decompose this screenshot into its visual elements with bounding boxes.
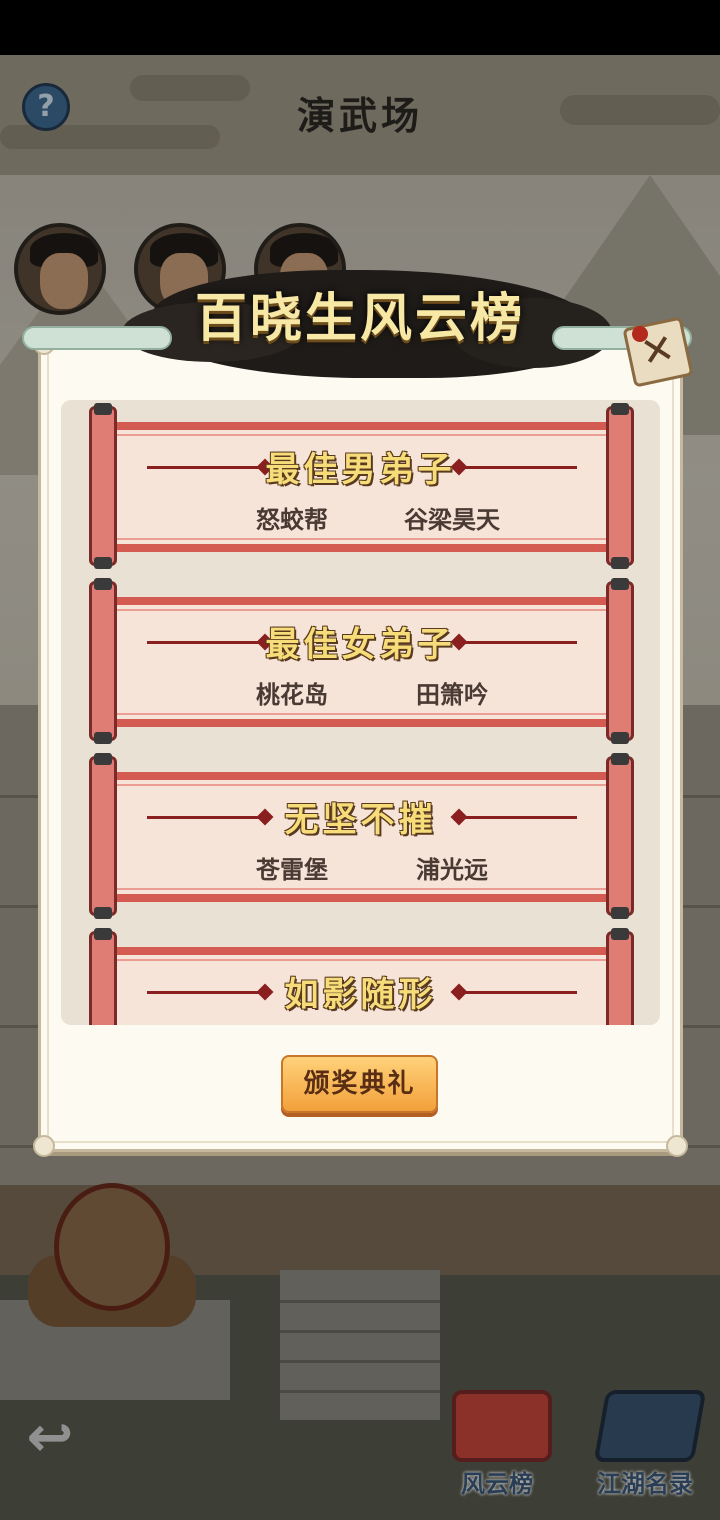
corner-ornament (33, 1135, 55, 1157)
winner-name: 谷梁昊天 (404, 506, 500, 534)
award-scroll[interactable]: 如影随形 (87, 928, 634, 1025)
dialog-banner: 百晓生风云榜 (22, 262, 698, 382)
corner-ornament (666, 1135, 688, 1157)
winner-sect: 怒蛟帮 (256, 506, 328, 534)
award-title: 如影随形 (284, 975, 437, 1015)
award-scroll[interactable]: 最佳女弟子 桃花岛 田箫吟 (87, 578, 634, 744)
award-list[interactable]: 最佳男弟子 怒蛟帮 谷梁昊天 最佳女弟子 桃花岛 田箫吟 无坚不摧 苍雷堡 浦光… (61, 400, 660, 1025)
award-scroll[interactable]: 最佳男弟子 怒蛟帮 谷梁昊天 (87, 403, 634, 569)
award-title: 最佳女弟子 (265, 625, 456, 665)
winner-name: 田箫吟 (416, 681, 488, 709)
status-bar (0, 0, 720, 55)
award-ceremony-button[interactable]: 颁奖典礼 (281, 1055, 438, 1113)
close-button[interactable]: ✕ (622, 316, 694, 388)
award-title: 最佳男弟子 (265, 450, 456, 490)
pin-icon (632, 326, 648, 342)
winner-sect: 苍雷堡 (256, 856, 328, 884)
award-scroll[interactable]: 无坚不摧 苍雷堡 浦光远 (87, 753, 634, 919)
winner-sect: 桃花岛 (256, 681, 328, 709)
award-title: 无坚不摧 (284, 800, 437, 840)
dialog-title: 百晓生风云榜 (194, 288, 525, 349)
winner-name: 浦光远 (416, 856, 488, 884)
